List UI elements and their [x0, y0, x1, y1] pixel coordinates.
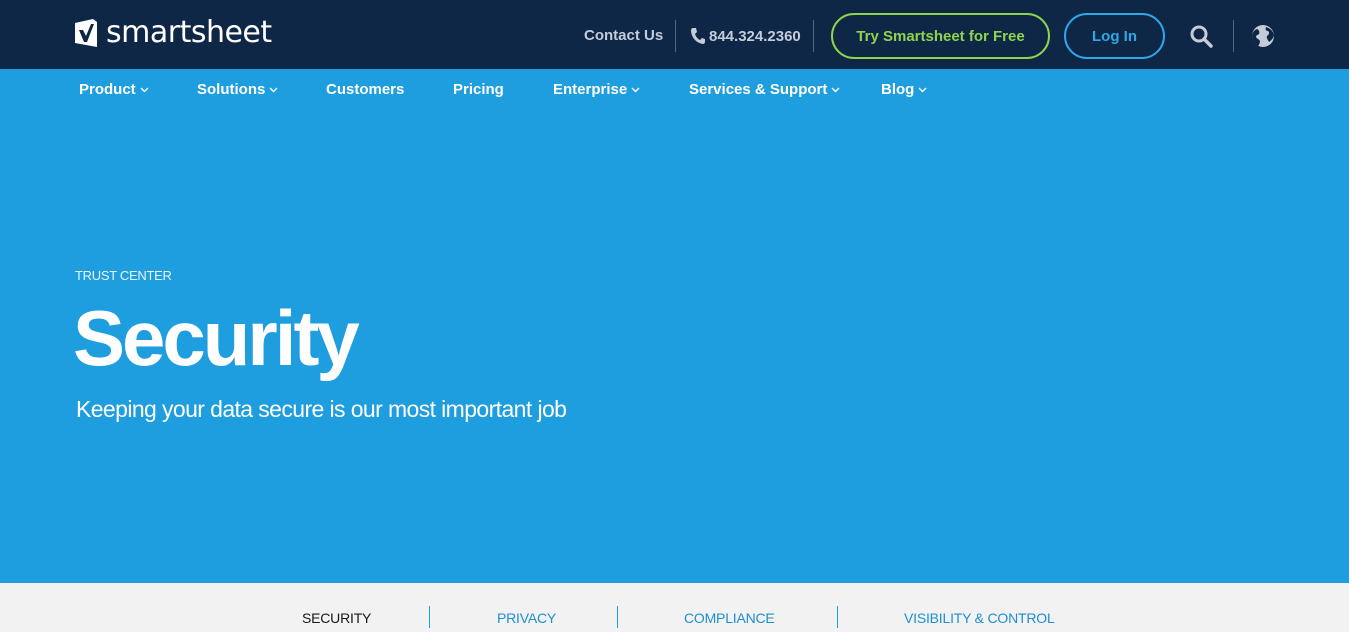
smartsheet-logo-icon	[75, 19, 97, 47]
tab-divider	[617, 606, 618, 628]
logo-wordmark: smartsheet	[106, 15, 272, 50]
chevron-down-icon	[831, 87, 840, 93]
header-divider	[675, 20, 676, 52]
nav-item-enterprise[interactable]: Enterprise	[553, 81, 640, 98]
nav-item-pricing[interactable]: Pricing	[453, 81, 504, 98]
phone-number: 844.324.2360	[709, 27, 801, 45]
login-button[interactable]: Log In	[1064, 13, 1165, 59]
nav-item-label: Pricing	[453, 81, 504, 98]
tab-privacy[interactable]: PRIVACY	[497, 610, 556, 626]
nav-item-label: Customers	[326, 81, 405, 98]
nav-item-label: Solutions	[197, 81, 266, 98]
globe-icon[interactable]	[1251, 24, 1275, 48]
tab-compliance[interactable]: COMPLIANCE	[684, 610, 775, 626]
try-free-button[interactable]: Try Smartsheet for Free	[831, 13, 1050, 59]
chevron-down-icon	[140, 87, 149, 93]
header-divider	[813, 20, 814, 52]
nav-item-label: Product	[79, 81, 136, 98]
nav-item-customers[interactable]: Customers	[326, 81, 404, 98]
tab-visibility-control[interactable]: VISIBILITY & CONTROL	[904, 610, 1055, 626]
search-icon[interactable]	[1189, 24, 1213, 48]
phone-icon	[691, 28, 705, 44]
trust-center-tabs: SECURITY PRIVACY COMPLIANCE VISIBILITY &…	[0, 583, 1349, 632]
header-divider	[1233, 20, 1234, 52]
top-header: smartsheet Contact Us 844.324.2360 Try S…	[0, 0, 1349, 69]
smartsheet-logo[interactable]: smartsheet	[75, 16, 272, 50]
chevron-down-icon	[631, 87, 640, 93]
nav-item-label: Enterprise	[553, 81, 628, 98]
hero-section: TRUST CENTER Security Keeping your data …	[0, 109, 1349, 583]
nav-item-label: Services & Support	[689, 81, 828, 98]
nav-item-blog[interactable]: Blog	[881, 81, 927, 98]
page-title: Security	[73, 294, 360, 382]
contact-us-link[interactable]: Contact Us	[584, 27, 663, 44]
tab-security[interactable]: SECURITY	[302, 610, 371, 626]
tab-divider	[837, 606, 838, 628]
nav-item-services-support[interactable]: Services & Support	[689, 81, 840, 98]
hero-eyebrow: TRUST CENTER	[75, 268, 172, 283]
phone-link[interactable]: 844.324.2360	[690, 27, 801, 45]
nav-item-solutions[interactable]: Solutions	[197, 81, 278, 98]
main-nav: Product Solutions Customers Pricing Ente…	[0, 69, 1349, 109]
hero-subtitle: Keeping your data secure is our most imp…	[76, 396, 567, 422]
chevron-down-icon	[269, 87, 278, 93]
tab-divider	[429, 606, 430, 628]
nav-item-product[interactable]: Product	[79, 81, 149, 98]
chevron-down-icon	[918, 87, 927, 93]
nav-item-label: Blog	[881, 81, 915, 98]
